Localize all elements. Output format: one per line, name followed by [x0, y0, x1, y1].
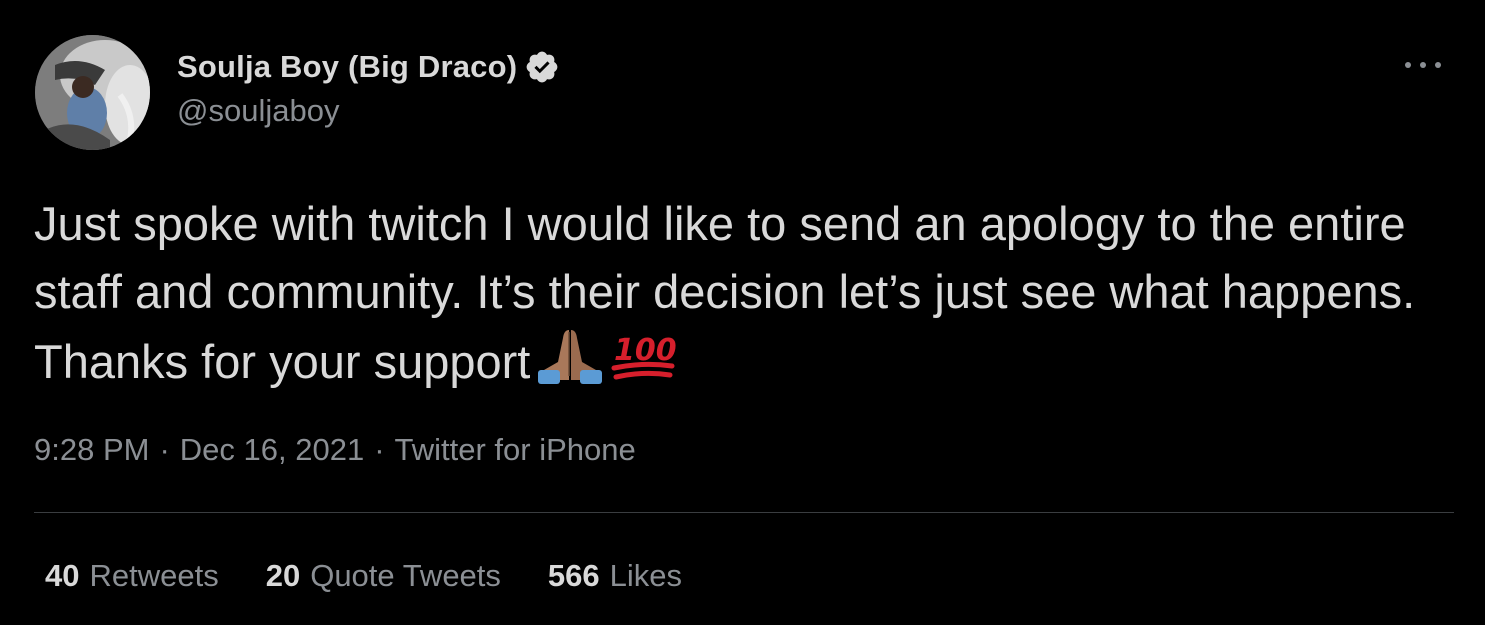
handle[interactable]: @souljaboy	[177, 93, 560, 129]
likes-stat[interactable]: 566 Likes	[548, 558, 682, 594]
engagement-stats: 40 Retweets 20 Quote Tweets 566 Likes	[45, 558, 729, 594]
tweet-source[interactable]: Twitter for iPhone	[395, 432, 636, 467]
quote-tweets-stat[interactable]: 20 Quote Tweets	[266, 558, 501, 594]
tweet-card: Soulja Boy (Big Draco) @souljaboy Just s…	[0, 0, 1485, 625]
tweet-time[interactable]: 9:28 PM	[34, 432, 149, 467]
retweets-label: Retweets	[89, 558, 219, 593]
retweets-stat[interactable]: 40 Retweets	[45, 558, 219, 594]
author-block: Soulja Boy (Big Draco) @souljaboy	[177, 46, 560, 129]
folded-hands-emoji	[536, 326, 604, 402]
tweet-date[interactable]: Dec 16, 2021	[180, 432, 364, 467]
hundred-points-emoji: 100	[610, 326, 677, 402]
display-name[interactable]: Soulja Boy (Big Draco)	[177, 49, 517, 85]
verified-badge-icon	[524, 49, 560, 85]
avatar[interactable]	[35, 35, 150, 150]
tweet-text: Just spoke with twitch I would like to s…	[34, 190, 1454, 402]
name-row: Soulja Boy (Big Draco)	[177, 46, 560, 88]
tweet-body: Just spoke with twitch I would like to s…	[34, 197, 1428, 388]
quote-tweets-label: Quote Tweets	[310, 558, 501, 593]
avatar-image	[35, 35, 150, 150]
meta-separator: ·	[374, 432, 385, 467]
meta-separator: ·	[159, 432, 170, 467]
retweets-count: 40	[45, 558, 80, 593]
more-options-icon[interactable]	[1405, 50, 1441, 80]
likes-count: 566	[547, 558, 600, 593]
tweet-meta: 9:28 PM · Dec 16, 2021 · Twitter for iPhone	[34, 432, 636, 468]
quote-tweets-count: 20	[265, 558, 301, 593]
likes-label: Likes	[609, 558, 683, 593]
divider	[34, 512, 1454, 513]
